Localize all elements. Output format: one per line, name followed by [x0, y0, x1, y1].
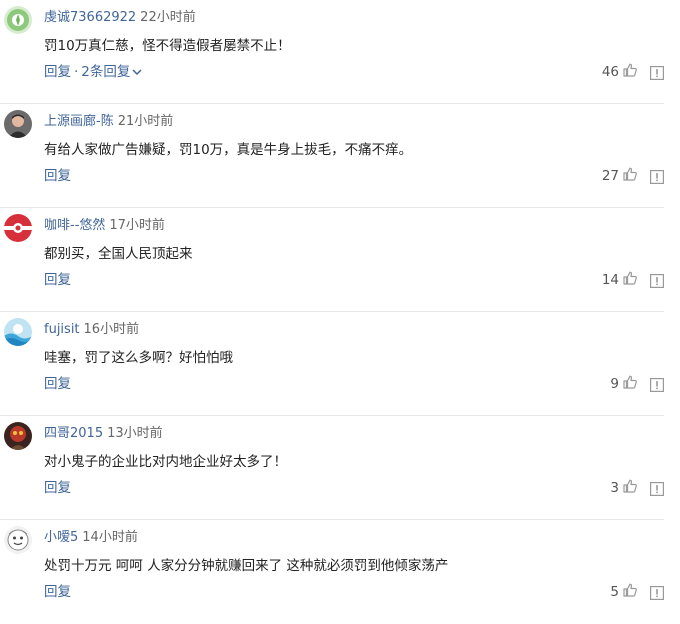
like-control[interactable]: 3: [610, 478, 638, 498]
comment-item: fujisit 16小时前 哇塞，罚了这么多啊？好怕怕哦 回复 9: [0, 312, 665, 416]
like-count: 46: [601, 64, 619, 80]
comment-actions: 回复: [44, 165, 71, 187]
like-control[interactable]: 46: [602, 62, 638, 82]
comment-meta: 四哥2015 13小时前: [44, 424, 163, 444]
comment-item: 小嗳5 14小时前 处罚十万元 呵呵 人家分分钟就赚回来了 这种就必须罚到他倾家荡…: [0, 520, 665, 624]
comment-list: 虔诚73662922 22小时前 罚10万真仁慈，怪不得造假者屡禁不止！ 回复 · 2…: [0, 0, 680, 624]
comment-text: 对小鬼子的企业比对内地企业好太多了！: [44, 454, 287, 470]
report-icon[interactable]: [650, 65, 665, 81]
comment-meta: 咖啡--悠然 17小时前: [44, 216, 165, 236]
comment-actions: 回复: [44, 477, 71, 499]
like-count: 3: [610, 480, 619, 496]
thumbs-up-icon[interactable]: [622, 374, 638, 394]
view-replies-button[interactable]: 2条回复: [81, 64, 142, 80]
like-control[interactable]: 14: [602, 270, 638, 290]
comment-time: 13小时前: [107, 426, 163, 441]
thumbs-up-icon[interactable]: [622, 582, 638, 602]
comment-actions: 回复: [44, 269, 71, 291]
comment-meta: 虔诚73662922 22小时前: [44, 8, 196, 28]
comment-time: 14小时前: [82, 530, 138, 545]
comment-meta: fujisit 16小时前: [44, 320, 139, 340]
like-count: 9: [610, 376, 619, 392]
comment-actions: 回复: [44, 581, 71, 603]
comment-time: 17小时前: [109, 218, 165, 233]
like-control[interactable]: 9: [610, 374, 638, 394]
avatar[interactable]: [4, 110, 32, 138]
reply-button[interactable]: 回复: [44, 168, 71, 184]
thumbs-up-icon[interactable]: [622, 478, 638, 498]
comment-time: 22小时前: [140, 10, 196, 25]
thumbs-up-icon[interactable]: [622, 270, 638, 290]
avatar[interactable]: [4, 214, 32, 242]
avatar[interactable]: [4, 318, 32, 346]
avatar[interactable]: [4, 422, 32, 450]
report-icon[interactable]: [650, 273, 665, 289]
like-count: 14: [601, 272, 619, 288]
report-icon[interactable]: [650, 481, 665, 497]
like-count: 27: [601, 168, 619, 184]
comment-item: 四哥2015 13小时前 对小鬼子的企业比对内地企业好太多了！ 回复 3: [0, 416, 665, 520]
like-count: 5: [610, 584, 619, 600]
action-separator: ·: [74, 64, 79, 80]
comment-item: 咖啡--悠然 17小时前 都别买，全国人民顶起来 回复 14: [0, 208, 665, 312]
like-control[interactable]: 5: [610, 582, 638, 602]
comment-actions: 回复: [44, 373, 71, 395]
comment-text: 都别买，全国人民顶起来: [44, 246, 193, 262]
report-icon[interactable]: [650, 169, 665, 185]
username-link[interactable]: 上源画廊-陈: [44, 114, 114, 129]
comment-text: 处罚十万元 呵呵 人家分分钟就赚回来了 这种就必须罚到他倾家荡产: [44, 558, 449, 574]
reply-button[interactable]: 回复: [44, 376, 71, 392]
comment-meta: 上源画廊-陈 21小时前: [44, 112, 173, 132]
thumbs-up-icon[interactable]: [622, 166, 638, 186]
comment-text: 有给人家做广告嫌疑，罚10万，真是牛身上拔毛，不痛不痒。: [44, 142, 413, 158]
like-control[interactable]: 27: [602, 166, 638, 186]
avatar[interactable]: [4, 6, 32, 34]
reply-button[interactable]: 回复: [44, 64, 71, 80]
comment-item: 虔诚73662922 22小时前 罚10万真仁慈，怪不得造假者屡禁不止！ 回复 · 2…: [0, 0, 665, 104]
reply-button[interactable]: 回复: [44, 272, 71, 288]
replies-label: 2条回复: [81, 64, 131, 80]
username-link[interactable]: 小嗳5: [44, 530, 78, 545]
username-link[interactable]: 咖啡--悠然: [44, 218, 105, 233]
avatar[interactable]: [4, 526, 32, 554]
comment-text: 罚10万真仁慈，怪不得造假者屡禁不止！: [44, 38, 291, 54]
reply-button[interactable]: 回复: [44, 584, 71, 600]
report-icon[interactable]: [650, 585, 665, 601]
comment-meta: 小嗳5 14小时前: [44, 528, 138, 548]
report-icon[interactable]: [650, 377, 665, 393]
chevron-down-icon: [132, 61, 142, 83]
comment-actions: 回复 · 2条回复: [44, 61, 142, 83]
comment-time: 21小时前: [117, 114, 174, 129]
comment-item: 上源画廊-陈 21小时前 有给人家做广告嫌疑，罚10万，真是牛身上拔毛，不痛不痒。…: [0, 104, 665, 208]
username-link[interactable]: fujisit: [44, 322, 80, 337]
comment-time: 16小时前: [83, 322, 140, 337]
username-link[interactable]: 虔诚73662922: [44, 10, 136, 25]
username-link[interactable]: 四哥2015: [44, 426, 103, 441]
thumbs-up-icon[interactable]: [622, 62, 638, 82]
reply-button[interactable]: 回复: [44, 480, 71, 496]
comment-text: 哇塞，罚了这么多啊？好怕怕哦: [44, 350, 233, 366]
